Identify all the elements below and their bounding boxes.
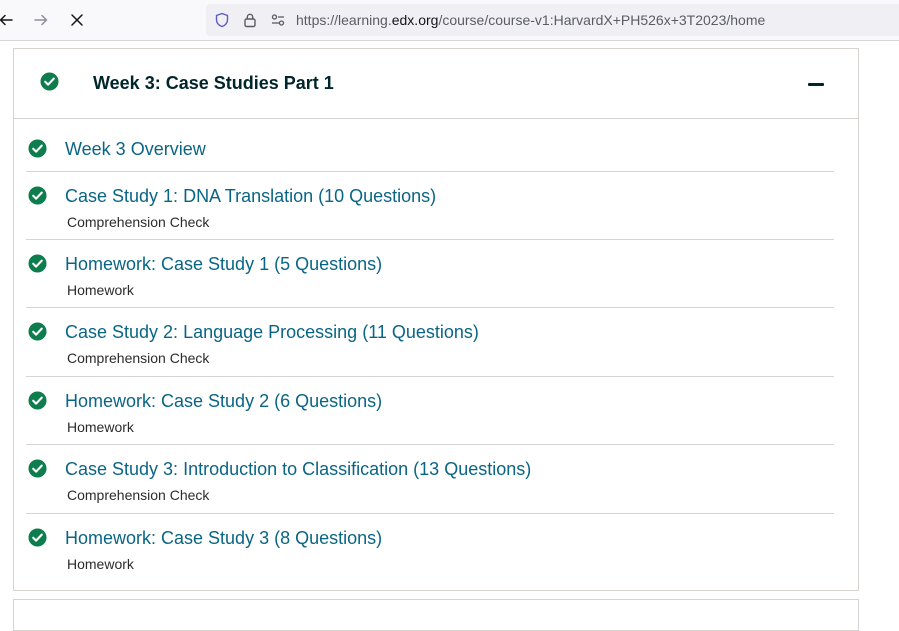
- unit-item[interactable]: Case Study 3: Introduction to Classifica…: [26, 445, 834, 514]
- unit-subtitle: Comprehension Check: [67, 487, 210, 503]
- unit-item[interactable]: Homework: Case Study 3 (8 Questions) Hom…: [26, 514, 834, 584]
- unit-subtitle: Homework: [67, 556, 134, 572]
- permissions-icon[interactable]: [268, 10, 288, 30]
- check-circle-icon: [28, 254, 47, 273]
- stop-loading-icon[interactable]: [63, 6, 91, 34]
- unit-title-link[interactable]: Case Study 1: DNA Translation (10 Questi…: [65, 186, 436, 207]
- unit-subtitle: Homework: [67, 282, 134, 298]
- unit-item[interactable]: Homework: Case Study 2 (6 Questions) Hom…: [26, 377, 834, 445]
- check-circle-icon: [28, 391, 47, 410]
- collapse-button[interactable]: [801, 73, 831, 95]
- url-host: edx.org: [391, 12, 439, 28]
- check-circle-icon: [28, 139, 47, 158]
- unit-subtitle: Comprehension Check: [67, 350, 210, 366]
- check-circle-icon: [28, 186, 47, 205]
- unit-title-link[interactable]: Week 3 Overview: [65, 139, 206, 160]
- section-header[interactable]: Week 3: Case Studies Part 1: [14, 49, 858, 119]
- url-bar[interactable]: https://learning.edx.org/course/course-v…: [206, 4, 899, 36]
- forward-arrow-icon[interactable]: [27, 6, 55, 34]
- check-circle-icon: [28, 459, 47, 478]
- url-text[interactable]: https://learning.edx.org/course/course-v…: [296, 12, 765, 28]
- check-circle-icon: [28, 322, 47, 341]
- unit-title-link[interactable]: Homework: Case Study 1 (5 Questions): [65, 254, 382, 275]
- unit-title-link[interactable]: Homework: Case Study 3 (8 Questions): [65, 528, 382, 549]
- section-title: Week 3: Case Studies Part 1: [93, 73, 334, 93]
- unit-title-link[interactable]: Homework: Case Study 2 (6 Questions): [65, 391, 382, 412]
- shield-icon[interactable]: [212, 10, 232, 30]
- unit-item[interactable]: Week 3 Overview: [26, 119, 834, 172]
- url-path: /course/course-v1:HarvardX+PH526x+3T2023…: [438, 12, 766, 28]
- section-card: Week 3: Case Studies Part 1 Week 3 Overv…: [13, 48, 859, 591]
- next-section-card[interactable]: [13, 599, 859, 631]
- unit-title-link[interactable]: Case Study 2: Language Processing (11 Qu…: [65, 322, 479, 343]
- unit-item[interactable]: Case Study 1: DNA Translation (10 Questi…: [26, 172, 834, 240]
- back-arrow-icon[interactable]: [0, 6, 20, 34]
- check-circle-icon: [40, 72, 59, 91]
- url-prefix: https://learning.: [296, 12, 392, 28]
- minus-icon: [808, 82, 824, 86]
- unit-item[interactable]: Homework: Case Study 1 (5 Questions) Hom…: [26, 240, 834, 308]
- unit-subtitle: Comprehension Check: [67, 214, 210, 230]
- browser-toolbar: https://learning.edx.org/course/course-v…: [0, 0, 899, 41]
- unit-title-link[interactable]: Case Study 3: Introduction to Classifica…: [65, 459, 531, 480]
- unit-item[interactable]: Case Study 2: Language Processing (11 Qu…: [26, 308, 834, 377]
- lock-icon[interactable]: [240, 10, 260, 30]
- unit-subtitle: Homework: [67, 419, 134, 435]
- check-circle-icon: [28, 528, 47, 547]
